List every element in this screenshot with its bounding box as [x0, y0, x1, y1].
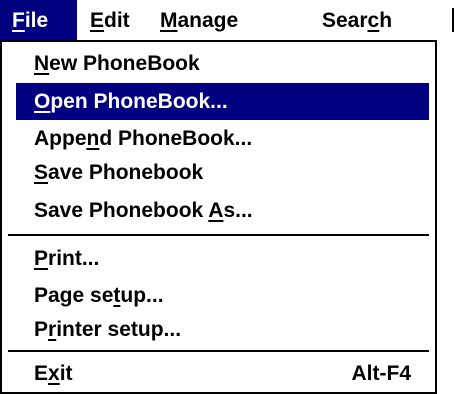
menu-item-open-phonebook[interactable]: Open PhoneBook... — [16, 83, 429, 120]
menu-item-label: Save Phonebook As... — [34, 199, 253, 222]
menu-edit-label: Edit — [90, 9, 130, 32]
menu-edit[interactable]: Edit — [90, 0, 130, 40]
menu-item-page-setup[interactable]: Page setup... — [16, 277, 429, 314]
menu-item-print[interactable]: Print... — [16, 240, 429, 277]
menu-separator — [8, 350, 429, 352]
menu-item-append-phonebook[interactable]: Append PhoneBook... — [16, 120, 429, 157]
menu-item-printer-setup[interactable]: Printer setup... — [16, 311, 429, 348]
menu-item-label: New PhoneBook — [34, 52, 200, 75]
menu-item-label: Append PhoneBook... — [34, 127, 253, 150]
menu-item-label: Exit — [34, 362, 73, 385]
menu-search[interactable]: Search — [322, 0, 392, 40]
menu-item-label: Save Phonebook — [34, 161, 204, 184]
menu-item-exit[interactable]: Exit Alt-F4 — [16, 355, 429, 392]
menu-separator — [8, 234, 429, 236]
file-menu-dropdown: New PhoneBook Open PhoneBook... Append P… — [0, 40, 437, 394]
menu-file-label: File — [12, 9, 49, 32]
menu-manage[interactable]: Manage — [160, 0, 238, 40]
menu-file[interactable]: File — [0, 0, 77, 40]
menu-item-accelerator: Alt-F4 — [351, 362, 412, 385]
menu-bar: File Edit Manage Search — [0, 0, 455, 40]
menu-item-label: Print... — [34, 247, 100, 270]
menu-search-label: Search — [322, 9, 393, 32]
menu-item-save-phonebook[interactable]: Save Phonebook — [16, 154, 429, 191]
menu-item-label: Printer setup... — [34, 318, 182, 341]
menu-item-save-phonebook-as[interactable]: Save Phonebook As... — [16, 192, 429, 229]
menu-item-label: Open PhoneBook... — [34, 90, 228, 113]
menu-item-new-phonebook[interactable]: New PhoneBook — [16, 45, 429, 82]
menu-item-label: Page setup... — [34, 284, 164, 307]
menu-manage-label: Manage — [160, 9, 239, 32]
